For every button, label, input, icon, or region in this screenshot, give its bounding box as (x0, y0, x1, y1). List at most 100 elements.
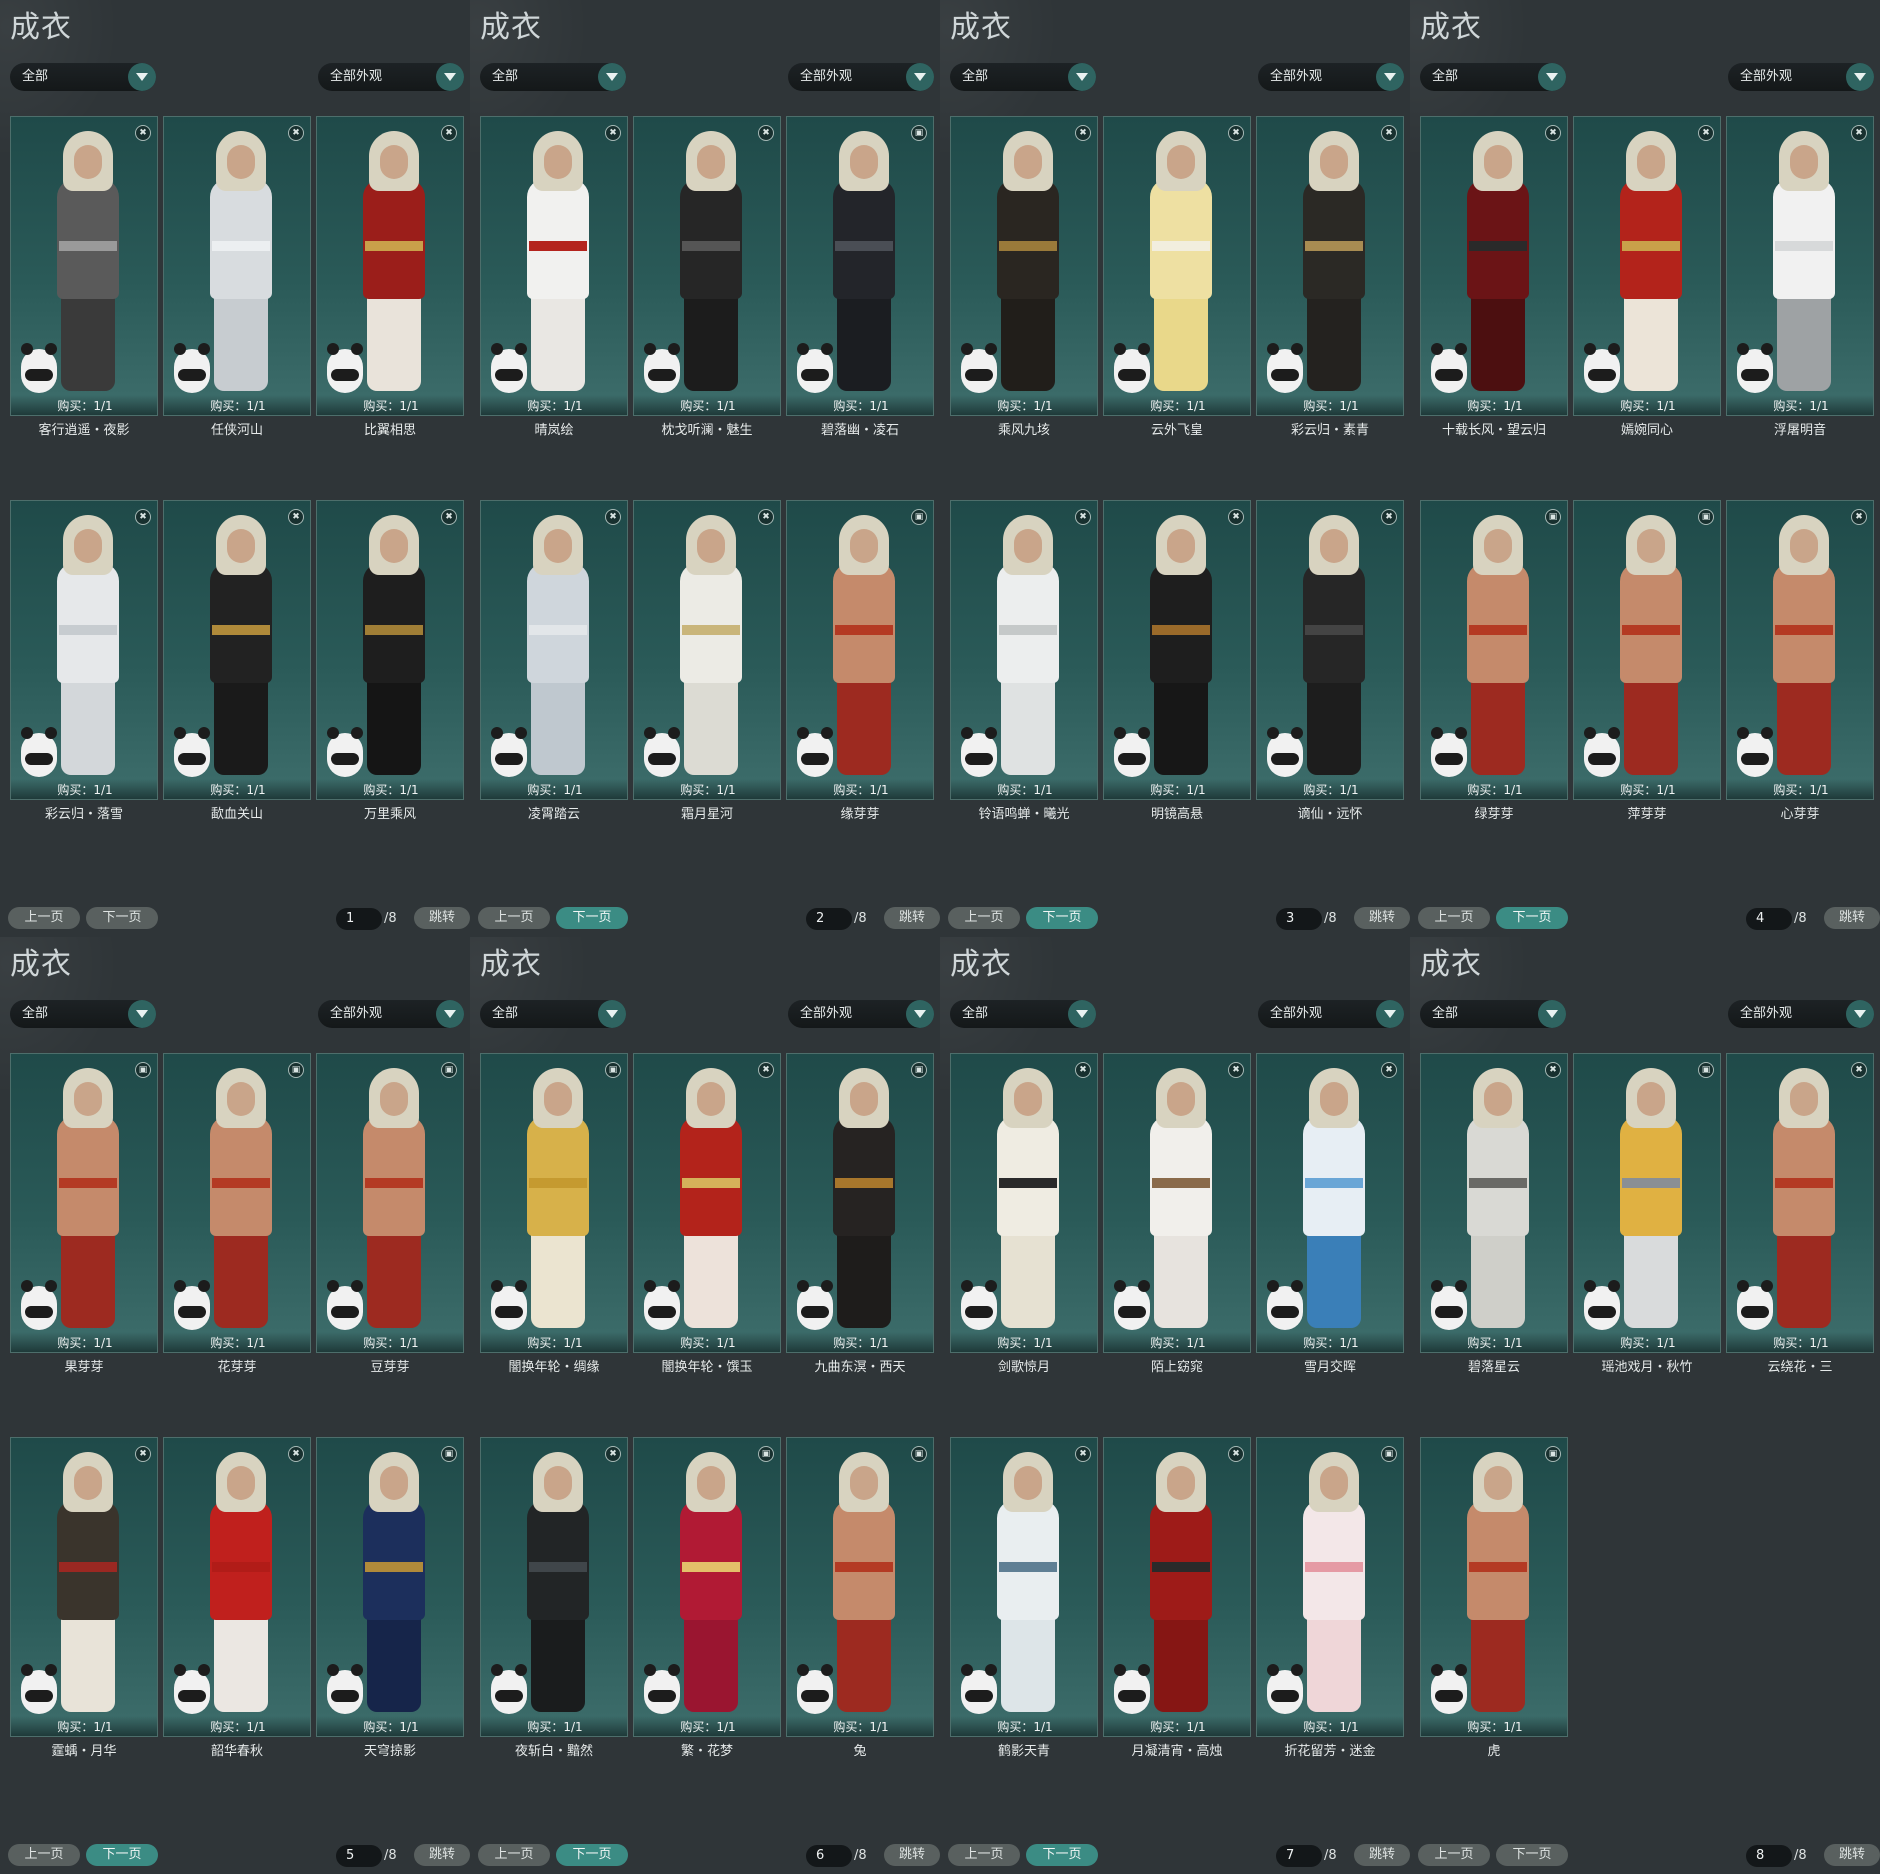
tag-icon[interactable]: ▣ (911, 1446, 927, 1462)
jump-button[interactable]: 跳转 (1354, 1844, 1410, 1866)
category-filter-dropdown[interactable]: 全部 (10, 1000, 156, 1028)
trash-icon[interactable]: ✖ (1851, 1062, 1867, 1078)
category-filter-dropdown[interactable]: 全部 (480, 1000, 626, 1028)
trash-icon[interactable]: ✖ (758, 1062, 774, 1078)
outfit-thumbnail[interactable]: ✖ 购买：1/1 (1256, 1053, 1404, 1353)
trash-icon[interactable]: ✖ (758, 509, 774, 525)
trash-icon[interactable]: ✖ (1381, 509, 1397, 525)
trash-icon[interactable]: ✖ (1381, 125, 1397, 141)
outfit-thumbnail[interactable]: ✖ 购买：1/1 (950, 116, 1098, 416)
trash-icon[interactable]: ✖ (135, 125, 151, 141)
outfit-card[interactable]: ✖ 购买：1/1 夜斩白・黯然 (480, 1437, 628, 1759)
outfit-thumbnail[interactable]: ▣ 购买：1/1 (1420, 1437, 1568, 1737)
tag-icon[interactable]: ▣ (1545, 1446, 1561, 1462)
trash-icon[interactable]: ✖ (1228, 125, 1244, 141)
outfit-card[interactable]: ▣ 购买：1/1 虎 (1420, 1437, 1568, 1759)
page-number-input[interactable]: 3 (1276, 908, 1322, 930)
tag-icon[interactable]: ▣ (135, 1062, 151, 1078)
jump-button[interactable]: 跳转 (884, 1844, 940, 1866)
tag-icon[interactable]: ▣ (911, 125, 927, 141)
outfit-thumbnail[interactable]: ✖ 购买：1/1 (1726, 1053, 1874, 1353)
tag-icon[interactable]: ▣ (288, 1062, 304, 1078)
outfit-card[interactable]: ✖ 购买：1/1 霜月星河 (633, 500, 781, 822)
page-number-input[interactable]: 5 (336, 1845, 382, 1867)
trash-icon[interactable]: ✖ (605, 1446, 621, 1462)
outfit-card[interactable]: ✖ 购买：1/1 剑歌惊月 (950, 1053, 1098, 1375)
jump-button[interactable]: 跳转 (414, 1844, 470, 1866)
trash-icon[interactable]: ✖ (288, 125, 304, 141)
outfit-thumbnail[interactable]: ✖ 购买：1/1 (163, 500, 311, 800)
trash-icon[interactable]: ✖ (1075, 1446, 1091, 1462)
outfit-thumbnail[interactable]: ▣ 购买：1/1 (786, 116, 934, 416)
outfit-card[interactable]: ✖ 购买：1/1 碧落星云 (1420, 1053, 1568, 1375)
appearance-filter-dropdown[interactable]: 全部外观 (788, 1000, 934, 1028)
trash-icon[interactable]: ✖ (1075, 125, 1091, 141)
trash-icon[interactable]: ✖ (1698, 125, 1714, 141)
tag-icon[interactable]: ▣ (605, 1062, 621, 1078)
trash-icon[interactable]: ✖ (1381, 1062, 1397, 1078)
outfit-card[interactable]: ✖ 购买：1/1 嫣婉同心 (1573, 116, 1721, 438)
trash-icon[interactable]: ✖ (1228, 509, 1244, 525)
page-number-input[interactable]: 8 (1746, 1845, 1792, 1867)
outfit-card[interactable]: ✖ 购买：1/1 十载长风・望云归 (1420, 116, 1568, 438)
outfit-card[interactable]: ✖ 购买：1/1 闇换年轮・馔玉 (633, 1053, 781, 1375)
outfit-card[interactable]: ▣ 购买：1/1 折花留芳・迷金 (1256, 1437, 1404, 1759)
outfit-thumbnail[interactable]: ✖ 购买：1/1 (1103, 500, 1251, 800)
outfit-card[interactable]: ✖ 购买：1/1 月凝清宵・高烛 (1103, 1437, 1251, 1759)
category-filter-dropdown[interactable]: 全部 (10, 63, 156, 91)
outfit-thumbnail[interactable]: ✖ 购买：1/1 (1256, 500, 1404, 800)
outfit-card[interactable]: ▣ 购买：1/1 兔 (786, 1437, 934, 1759)
appearance-filter-dropdown[interactable]: 全部外观 (1258, 63, 1404, 91)
outfit-thumbnail[interactable]: ✖ 购买：1/1 (10, 1437, 158, 1737)
page-number-input[interactable]: 2 (806, 908, 852, 930)
outfit-thumbnail[interactable]: ▣ 购买：1/1 (316, 1437, 464, 1737)
next-page-button[interactable]: 下一页 (556, 1844, 628, 1866)
outfit-card[interactable]: ✖ 购买：1/1 枕戈听澜・魅生 (633, 116, 781, 438)
tag-icon[interactable]: ▣ (1698, 1062, 1714, 1078)
outfit-thumbnail[interactable]: ✖ 购买：1/1 (163, 1437, 311, 1737)
appearance-filter-dropdown[interactable]: 全部外观 (318, 63, 464, 91)
outfit-card[interactable]: ✖ 购买：1/1 铃语鸣蝉・曦光 (950, 500, 1098, 822)
outfit-card[interactable]: ✖ 购买：1/1 明镜高悬 (1103, 500, 1251, 822)
outfit-card[interactable]: ▣ 购买：1/1 花芽芽 (163, 1053, 311, 1375)
trash-icon[interactable]: ✖ (1545, 1062, 1561, 1078)
outfit-thumbnail[interactable]: ▣ 购买：1/1 (1573, 1053, 1721, 1353)
outfit-card[interactable]: ✖ 购买：1/1 谪仙・远怀 (1256, 500, 1404, 822)
prev-page-button[interactable]: 上一页 (478, 907, 550, 929)
outfit-thumbnail[interactable]: ✖ 购买：1/1 (633, 116, 781, 416)
outfit-card[interactable]: ✖ 购买：1/1 霆蝺・月华 (10, 1437, 158, 1759)
jump-button[interactable]: 跳转 (1824, 907, 1880, 929)
trash-icon[interactable]: ✖ (1075, 509, 1091, 525)
outfit-card[interactable]: ✖ 购买：1/1 彩云归・素青 (1256, 116, 1404, 438)
page-number-input[interactable]: 6 (806, 1845, 852, 1867)
outfit-thumbnail[interactable]: ✖ 购买：1/1 (1573, 116, 1721, 416)
appearance-filter-dropdown[interactable]: 全部外观 (1728, 63, 1874, 91)
jump-button[interactable]: 跳转 (884, 907, 940, 929)
trash-icon[interactable]: ✖ (758, 125, 774, 141)
outfit-card[interactable]: ▣ 购买：1/1 绿芽芽 (1420, 500, 1568, 822)
prev-page-button[interactable]: 上一页 (1418, 1844, 1490, 1866)
category-filter-dropdown[interactable]: 全部 (1420, 63, 1566, 91)
trash-icon[interactable]: ✖ (1851, 125, 1867, 141)
outfit-card[interactable]: ▣ 购买：1/1 果芽芽 (10, 1053, 158, 1375)
outfit-card[interactable]: ▣ 购买：1/1 繁・花梦 (633, 1437, 781, 1759)
trash-icon[interactable]: ✖ (288, 1446, 304, 1462)
appearance-filter-dropdown[interactable]: 全部外观 (1258, 1000, 1404, 1028)
outfit-thumbnail[interactable]: ▣ 购买：1/1 (480, 1053, 628, 1353)
outfit-card[interactable]: ▣ 购买：1/1 天穹掠影 (316, 1437, 464, 1759)
outfit-thumbnail[interactable]: ▣ 购买：1/1 (316, 1053, 464, 1353)
tag-icon[interactable]: ▣ (1698, 509, 1714, 525)
appearance-filter-dropdown[interactable]: 全部外观 (1728, 1000, 1874, 1028)
tag-icon[interactable]: ▣ (911, 509, 927, 525)
tag-icon[interactable]: ▣ (758, 1446, 774, 1462)
outfit-thumbnail[interactable]: ▣ 购买：1/1 (786, 500, 934, 800)
outfit-thumbnail[interactable]: ▣ 购买：1/1 (1420, 500, 1568, 800)
outfit-thumbnail[interactable]: ▣ 购买：1/1 (786, 1053, 934, 1353)
outfit-thumbnail[interactable]: ✖ 购买：1/1 (10, 500, 158, 800)
jump-button[interactable]: 跳转 (414, 907, 470, 929)
outfit-thumbnail[interactable]: ✖ 购买：1/1 (1420, 1053, 1568, 1353)
outfit-thumbnail[interactable]: ▣ 购买：1/1 (1256, 1437, 1404, 1737)
next-page-button[interactable]: 下一页 (86, 1844, 158, 1866)
next-page-button[interactable]: 下一页 (1496, 907, 1568, 929)
outfit-card[interactable]: ✖ 购买：1/1 雪月交晖 (1256, 1053, 1404, 1375)
